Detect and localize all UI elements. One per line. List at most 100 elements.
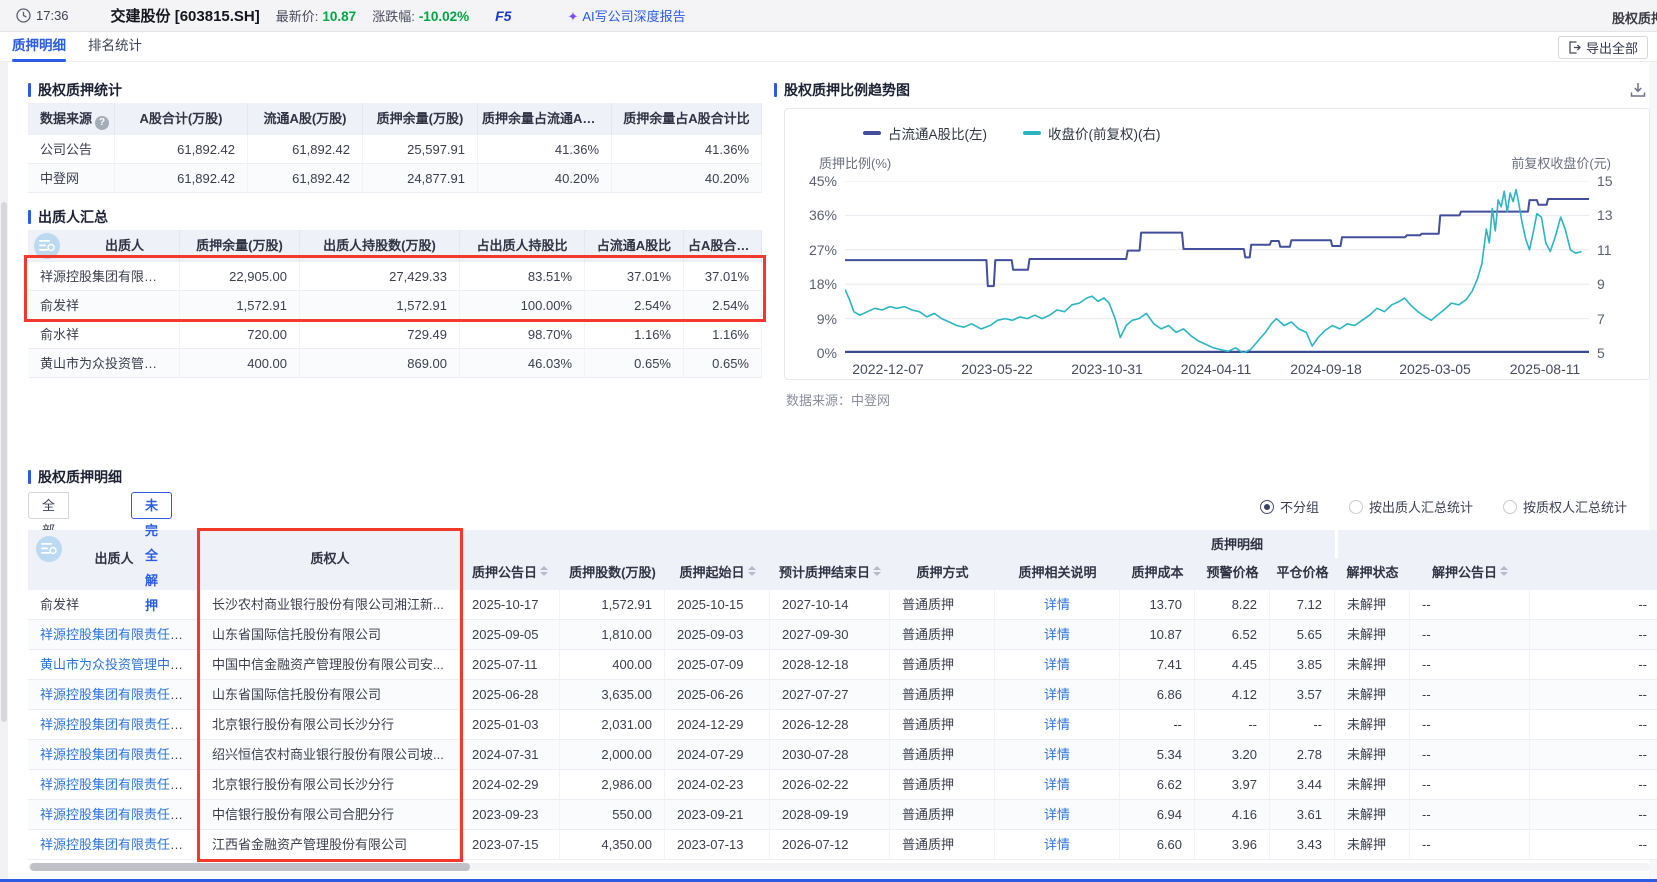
sort-icon[interactable] [540,566,548,576]
column-header-ann_date[interactable]: 质押公告日 [460,558,560,590]
detail-link[interactable]: 详情 [1044,747,1070,762]
pledgor-link[interactable]: 祥源控股集团有限责任公司 [40,717,196,732]
table-row: 祥源控股集团有限责...22,905.0027,429.3383.51%37.0… [28,262,762,291]
cell-shares: 400.00 [560,650,665,680]
pledgor-link[interactable]: 祥源控股集团有限责任公司 [40,627,196,642]
detail-link[interactable]: 详情 [1044,717,1070,732]
pledgor-link[interactable]: 祥源控股集团有限责任公司 [40,747,196,762]
detail-link[interactable]: 详情 [1044,657,1070,672]
x-axis-tick: 2024-04-11 [1161,361,1271,377]
filter-tab-all[interactable]: 全部质押明细 [28,492,69,519]
cell-detail_link: 详情 [995,830,1120,860]
cell-value: 400.00 [180,349,300,378]
cell-pledgee: 绍兴恒信农村商业银行股份有限公司坡... [200,740,460,770]
detail-link[interactable]: 详情 [1044,807,1070,822]
radio-option[interactable]: 按出质人汇总统计 [1349,497,1473,516]
cell-shares: 2,986.00 [560,770,665,800]
pledgor-link[interactable]: 祥源控股集团有限责任公司 [40,687,196,702]
table-filter-search-icon[interactable] [36,536,62,562]
cell-pledgee: 北京银行股份有限公司长沙分行 [200,770,460,800]
cell-method: 普通质押 [890,590,995,620]
cell-shares: 4,350.00 [560,830,665,860]
cell-detail_link: 详情 [995,800,1120,830]
cell-value: 0.65% [585,349,684,378]
export-all-button[interactable]: 导出全部 [1558,36,1648,59]
cell-status: 未解押 [1335,590,1410,620]
horizontal-scrollbar-thumb[interactable] [30,863,470,871]
left-axis-tick: 18% [793,276,837,292]
cell-ann_date: 2024-07-31 [460,740,560,770]
cell-warn_price: 4.45 [1195,650,1270,680]
legend-price[interactable]: 收盘价(前复权)(右) [1023,123,1160,143]
cell-value: 37.01% [684,262,762,291]
legend-ratio[interactable]: 占流通A股比(左) [863,123,987,143]
right-axis-tick: 7 [1597,311,1627,327]
cell-pledgee: 长沙农村商业银行股份有限公司湘江新... [200,590,460,620]
detail-link[interactable]: 详情 [1044,777,1070,792]
cell-detail_link: 详情 [995,740,1120,770]
horizontal-scrollbar-track[interactable] [28,863,1650,871]
cell-release_date: -- [1410,770,1530,800]
sort-icon[interactable] [748,566,756,576]
cell-cost: 6.94 [1120,800,1195,830]
column-header-shares: 质押股数(万股) [560,558,665,590]
cell-method: 普通质押 [890,770,995,800]
cell-value: 24,877.91 [363,164,478,193]
sort-icon[interactable] [1500,566,1508,576]
cell-end_date: 2027-07-27 [770,680,890,710]
help-icon[interactable]: ? [95,116,109,130]
column-header: 占流通A股比 [585,230,684,262]
cell-detail_link: 详情 [995,680,1120,710]
cell-end_date: 2027-10-14 [770,590,890,620]
radio-selected[interactable]: 不分组 [1260,497,1319,516]
filter-tab-unreleased[interactable]: 未完全解押 [131,492,172,519]
clock-icon [16,8,31,23]
chart-download-icon[interactable] [1630,82,1646,98]
detail-link[interactable]: 详情 [1044,597,1070,612]
cell-value: 61,892.42 [248,135,363,164]
cell-close_price: 3.44 [1270,770,1335,800]
latest-price: 最新价:10.87 [276,6,356,25]
cell-warn_price: 4.16 [1195,800,1270,830]
left-scrollbar-track[interactable] [0,62,8,882]
cell-detail_link: 详情 [995,590,1120,620]
cell-value: 61,892.42 [115,164,248,193]
pledgor-link[interactable]: 祥源控股集团有限责任公司 [40,777,196,792]
detail-link[interactable]: 详情 [1044,687,1070,702]
chart-legend: 占流通A股比(左) 收盘价(前复权)(右) [863,123,1160,143]
column-header-start_date[interactable]: 质押起始日 [665,558,770,590]
left-scrollbar-thumb[interactable] [1,202,7,722]
cell-end_date: 2028-09-19 [770,800,890,830]
tab-ranking-stats[interactable]: 排名统计 [88,32,142,62]
cell-end_date: 2026-07-12 [770,830,890,860]
title-accent-bar [28,470,31,484]
cell-pledgee: 江西省金融资产管理股份有限公司 [200,830,460,860]
cell-pledgor: 黄山市为众投资管理中心(... [28,650,200,680]
table-filter-search-icon[interactable] [34,233,60,259]
cell-pledgor: 祥源控股集团有限责任公司 [28,710,200,740]
pledge-detail-header: 质押明细 出质人质权人质押公告日质押股数(万股)质押起始日预计质押结束日质押方式… [28,530,1657,590]
pledgor-link[interactable]: 祥源控股集团有限责任公司 [40,807,196,822]
detail-link[interactable]: 详情 [1044,837,1070,852]
cell-status: 未解押 [1335,770,1410,800]
cell-end_date: 2026-12-28 [770,710,890,740]
pledgor-link[interactable]: 黄山市为众投资管理中心(... [40,657,198,672]
column-header: A股合计(万股) [115,103,248,135]
cell-pledgor: 俞发祥 [28,590,200,620]
cell-status: 未解押 [1335,650,1410,680]
cell-extra: -- [1530,650,1657,680]
change-percent: 涨跌幅:-10.02% [372,6,469,25]
tab-pledge-detail[interactable]: 质押明细 [12,32,66,62]
radio-option[interactable]: 按质权人汇总统计 [1503,497,1627,516]
time: 17:36 [36,8,69,23]
column-header-end_date[interactable]: 预计质押结束日 [770,558,890,590]
cell-end_date: 2027-09-30 [770,620,890,650]
cell-value: 1,572.91 [180,291,300,320]
detail-link[interactable]: 详情 [1044,627,1070,642]
column-header-release_date[interactable]: 解押公告日 [1410,558,1530,590]
pledgor-link[interactable]: 祥源控股集团有限责任公司 [40,837,196,852]
f5-shortcut[interactable]: F5 [495,8,511,24]
radio-icon [1260,500,1274,514]
ai-report-link[interactable]: ✦AI写公司深度报告 [567,6,685,25]
sort-icon[interactable] [873,566,881,576]
